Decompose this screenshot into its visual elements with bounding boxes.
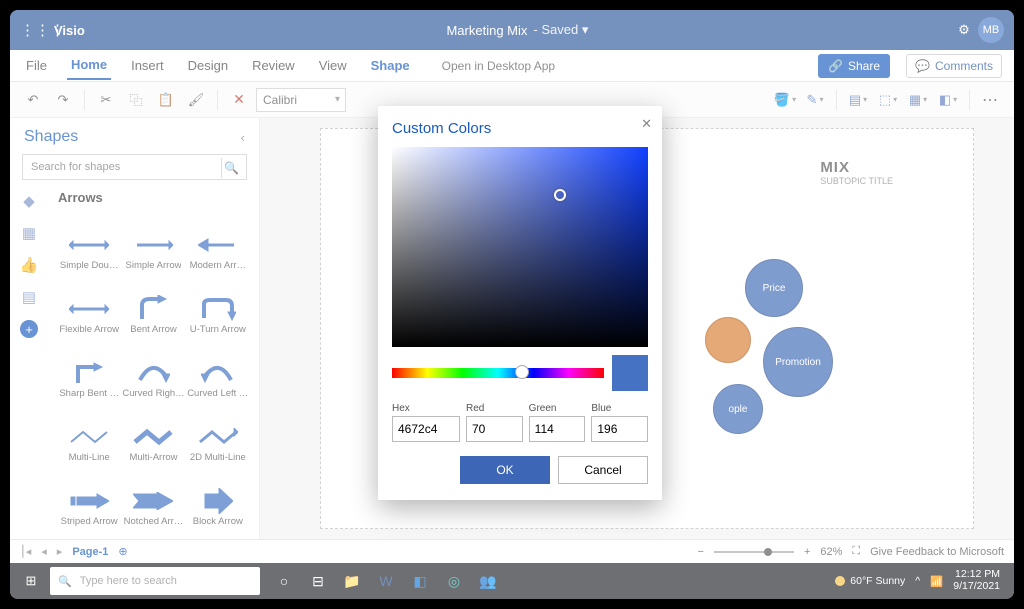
saturation-value-picker[interactable] — [392, 147, 648, 347]
hex-input[interactable] — [392, 416, 460, 442]
blue-input[interactable] — [591, 416, 648, 442]
dialog-title: Custom Colors — [392, 120, 648, 137]
green-label: Green — [529, 403, 586, 414]
hue-thumb[interactable] — [515, 365, 529, 379]
blue-label: Blue — [591, 403, 648, 414]
sv-thumb[interactable] — [554, 189, 566, 201]
hex-label: Hex — [392, 403, 460, 414]
hue-slider[interactable] — [392, 368, 604, 378]
close-icon[interactable]: ✕ — [641, 116, 652, 132]
green-input[interactable] — [529, 416, 586, 442]
custom-colors-dialog: ✕ Custom Colors Hex Red Green — [378, 106, 662, 500]
color-preview-swatch — [612, 355, 648, 391]
red-label: Red — [466, 403, 523, 414]
ok-button[interactable]: OK — [460, 456, 550, 484]
red-input[interactable] — [466, 416, 523, 442]
cancel-button[interactable]: Cancel — [558, 456, 648, 484]
